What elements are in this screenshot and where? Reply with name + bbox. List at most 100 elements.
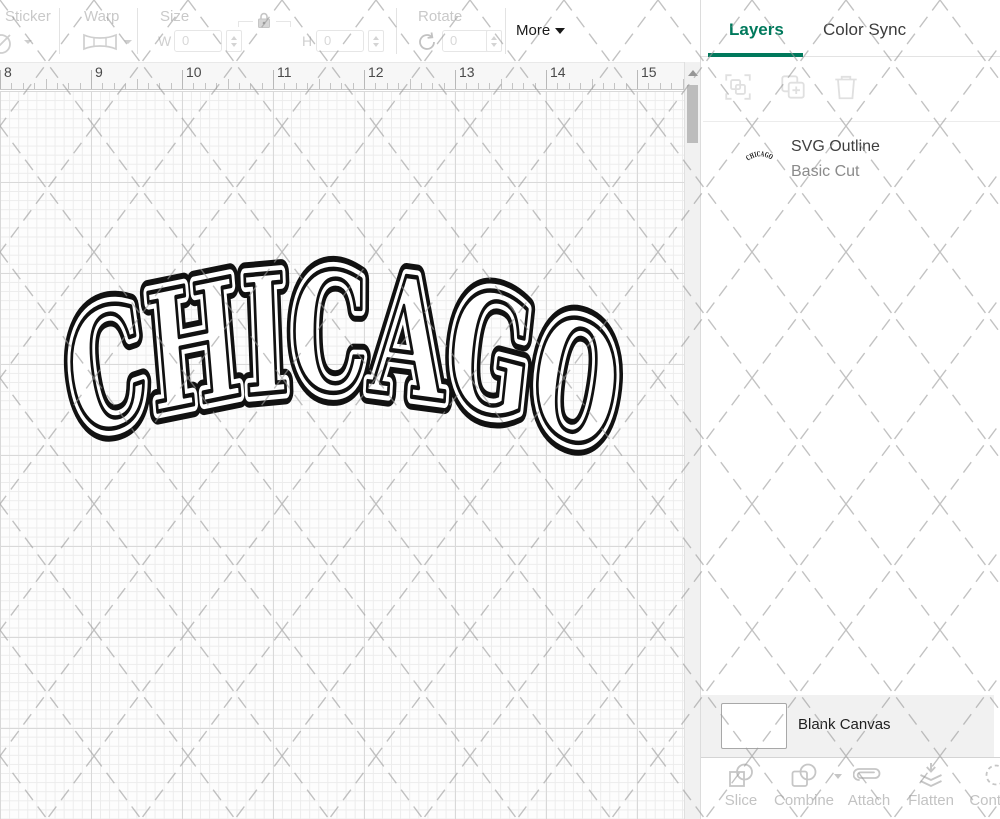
scrollbar-thumb[interactable]	[687, 85, 698, 143]
height-stepper[interactable]	[368, 30, 384, 52]
toolbar-separator	[505, 8, 506, 54]
combine-label: Combine	[773, 792, 835, 809]
ruler-tick	[671, 83, 673, 89]
ruler-tick	[170, 83, 172, 89]
width-step-down-icon[interactable]	[231, 42, 237, 47]
ruler-tick	[125, 83, 127, 89]
blank-canvas-row[interactable]: Blank Canvas	[701, 695, 994, 757]
ruler-tick	[113, 83, 115, 89]
attach-label: Attach	[847, 792, 891, 809]
ruler-tick	[534, 83, 536, 89]
rotate-section-label: Rotate	[418, 8, 463, 25]
ruler-unit-tick	[182, 70, 183, 89]
design-canvas[interactable]: CHICAGO CHICAGO CHICAGO	[0, 91, 684, 819]
warp-icon[interactable]	[82, 31, 118, 53]
combine-button[interactable]: Combine	[772, 762, 842, 809]
ruler-unit-tick	[364, 70, 365, 89]
rotate-input[interactable]: 0	[442, 30, 490, 52]
sticker-icon[interactable]	[0, 30, 20, 56]
ruler-tick	[625, 83, 627, 89]
ruler-tick	[261, 83, 263, 89]
ruler-unit-tick	[637, 70, 638, 89]
slice-button[interactable]: Slice	[709, 762, 773, 809]
more-button[interactable]: More	[516, 22, 566, 39]
ruler-tick	[500, 79, 502, 89]
svg-text:CHICAGO: CHICAGO	[745, 149, 775, 162]
ruler-number: 9	[95, 64, 103, 80]
horizontal-ruler: 8 9 10 11 12 13 14 15	[0, 62, 684, 90]
rotate-icon[interactable]	[416, 31, 438, 53]
tab-color-sync[interactable]: Color Sync	[823, 20, 906, 40]
ruler-tick	[375, 83, 377, 89]
rotate-step-down-icon[interactable]	[491, 42, 497, 47]
ruler-unit-tick	[91, 70, 92, 89]
canvas-vertical-scrollbar[interactable]	[684, 62, 700, 819]
slice-icon	[729, 763, 753, 787]
contour-button[interactable]: Contour	[964, 762, 1000, 809]
layer-subtitle: Basic Cut	[791, 163, 860, 180]
ruler-tick	[318, 79, 320, 89]
height-step-up-icon[interactable]	[373, 35, 379, 40]
sticker-dropdown-caret[interactable]	[24, 40, 32, 44]
layer-row-svg-outline[interactable]: CHICAGO SVG Outline Basic Cut	[701, 132, 1000, 194]
ruler-tick	[386, 83, 388, 89]
ruler-unit-tick	[546, 70, 547, 89]
size-link-bracket-right	[276, 21, 291, 27]
duplicate-icon[interactable]	[778, 72, 808, 102]
group-icon[interactable]	[723, 72, 753, 102]
rotate-stepper[interactable]	[486, 30, 502, 52]
ruler-tick	[659, 83, 661, 89]
ruler-number: 10	[186, 64, 202, 80]
ruler-tick	[102, 83, 104, 89]
width-input[interactable]: 0	[174, 30, 222, 52]
ruler-tick	[136, 79, 138, 89]
more-button-label: More	[516, 22, 551, 39]
ruler-tick	[11, 83, 13, 89]
ruler-tick	[523, 83, 525, 89]
ruler-tick	[250, 83, 252, 89]
ruler-tick	[432, 83, 434, 89]
ruler-tick	[295, 83, 297, 89]
chicago-arched-outline-artwork[interactable]: CHICAGO CHICAGO CHICAGO	[28, 249, 648, 474]
ruler-tick	[648, 83, 650, 89]
ruler-tick	[443, 83, 445, 89]
warp-dropdown-caret[interactable]	[124, 40, 132, 44]
layer-tools-bar: Slice Combine Attach Flatten Cont	[701, 757, 1000, 819]
slice-label: Slice	[724, 792, 758, 809]
toolbar-separator	[137, 8, 138, 54]
ruler-number: 12	[368, 64, 384, 80]
ruler-unit-tick	[273, 70, 274, 89]
ruler-tick	[580, 83, 582, 89]
delete-icon[interactable]	[831, 72, 861, 102]
active-tab-underline	[708, 53, 803, 57]
layer-thumbnail-text: CHICAGO	[745, 149, 775, 162]
width-stepper[interactable]	[226, 30, 242, 52]
width-step-up-icon[interactable]	[231, 35, 237, 40]
height-input[interactable]: 0	[316, 30, 364, 52]
attach-button[interactable]: Attach	[837, 762, 901, 809]
scroll-up-arrow-icon[interactable]	[688, 70, 698, 76]
flatten-button[interactable]: Flatten	[899, 762, 963, 809]
size-lock-icon[interactable]	[256, 11, 272, 30]
warp-section-label: Warp	[84, 8, 120, 25]
ruler-tick	[466, 83, 468, 89]
blank-canvas-thumbnail	[721, 703, 787, 749]
ruler-tick	[591, 79, 593, 89]
ruler-tick	[193, 83, 195, 89]
top-toolbar: Sticker Warp Size W 0 H 0 Rotate 0 More	[0, 0, 700, 62]
size-link-bracket-left	[238, 21, 253, 27]
ruler-tick	[22, 83, 24, 89]
rotate-step-up-icon[interactable]	[491, 35, 497, 40]
ruler-tick	[147, 83, 149, 89]
contour-icon	[985, 764, 1000, 786]
contour-label: Contour	[969, 792, 1000, 809]
height-step-down-icon[interactable]	[373, 42, 379, 47]
ruler-tick	[238, 83, 240, 89]
sticker-section-label: Sticker	[5, 8, 51, 25]
layer-title: SVG Outline	[791, 138, 880, 155]
ruler-unit-tick	[455, 70, 456, 89]
ruler-tick	[602, 83, 604, 89]
layer-actions-row	[701, 72, 1000, 106]
toolbar-separator	[396, 8, 397, 54]
tab-layers[interactable]: Layers	[729, 20, 784, 40]
